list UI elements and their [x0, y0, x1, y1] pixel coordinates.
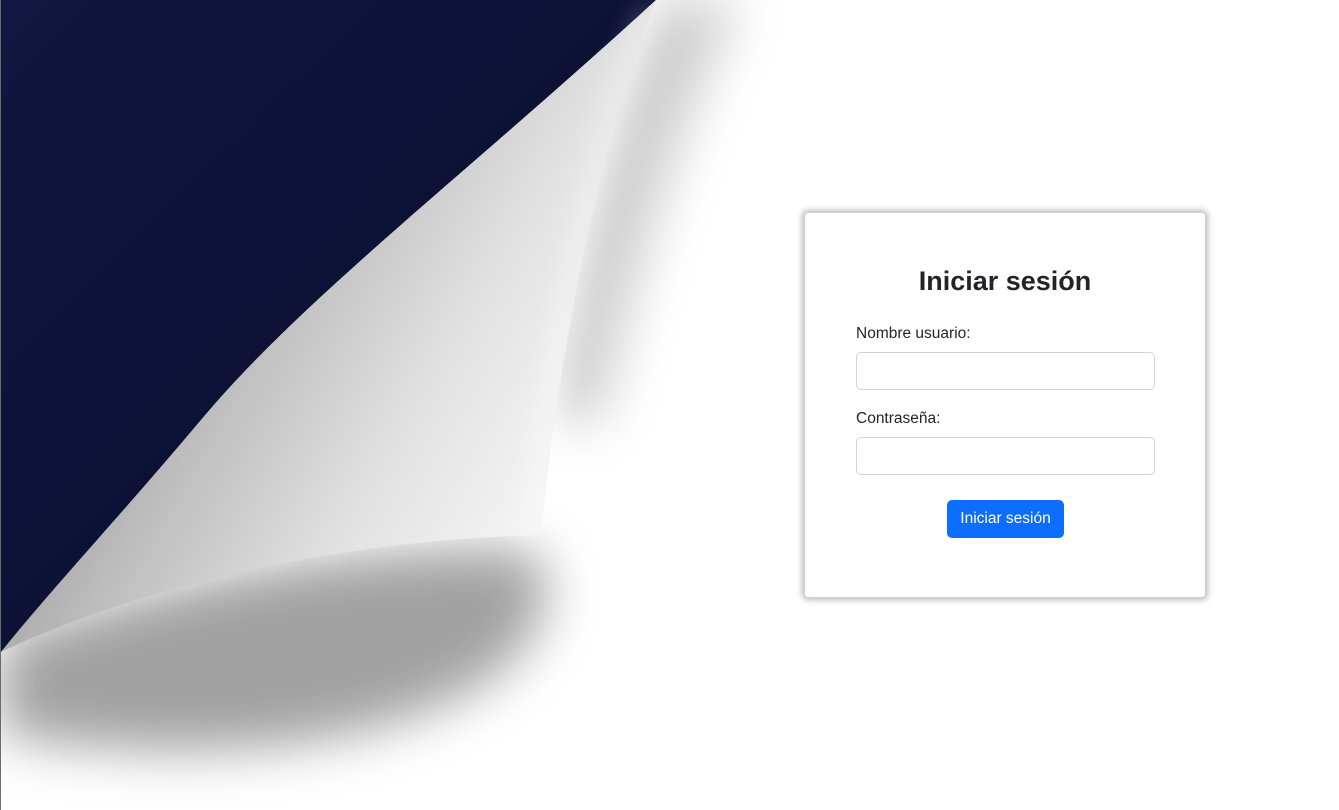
- page-curl-decoration: [1, 0, 741, 751]
- username-input[interactable]: [856, 352, 1155, 390]
- password-label: Contraseña:: [856, 410, 941, 427]
- login-title: Iniciar sesión: [918, 266, 1092, 296]
- login-card: Iniciar sesión Nombre usuario: Contraseñ…: [804, 212, 1206, 598]
- login-submit-button[interactable]: Iniciar sesión: [947, 500, 1064, 538]
- password-input[interactable]: [856, 437, 1155, 475]
- login-page: Iniciar sesión Nombre usuario: Contraseñ…: [0, 0, 1339, 810]
- username-label: Nombre usuario:: [856, 325, 971, 342]
